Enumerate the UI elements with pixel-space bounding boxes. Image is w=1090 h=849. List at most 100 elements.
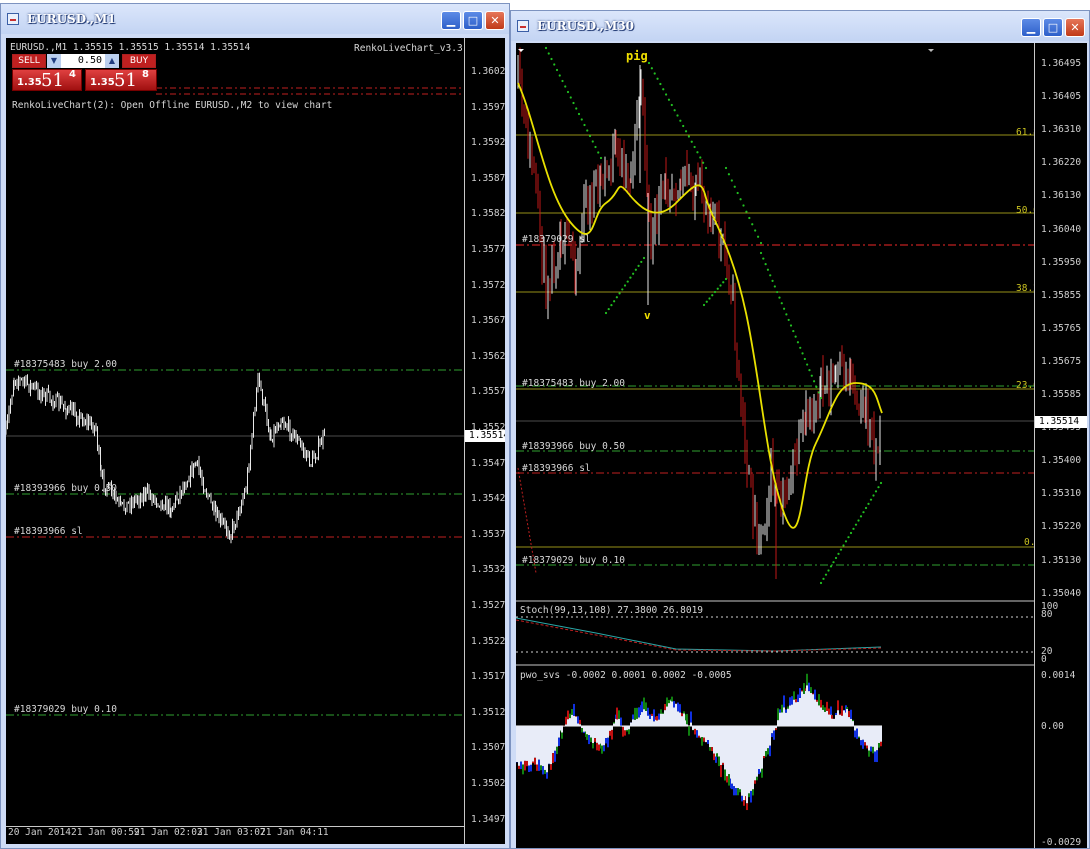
pwo-edge: [660, 709, 662, 714]
pwo-edge: [773, 730, 775, 740]
chart-window-icon: [7, 13, 19, 25]
pwo-edge: [754, 780, 756, 784]
psar-dot: [776, 290, 779, 294]
pwo-bar: [681, 716, 683, 726]
pwo-edge: [866, 745, 868, 749]
pwo-edge: [581, 728, 583, 733]
current-price-tag: 1.35514: [1035, 416, 1087, 428]
chart-area[interactable]: pig v 61.8 50.0 38.2 23.6 0.0 #18379029 …: [516, 43, 1087, 848]
pwo-edge: [711, 747, 713, 752]
psar-dot: [745, 210, 748, 213]
bid-big: 51: [41, 70, 64, 91]
chart-area[interactable]: EURUSD.,M1 1.35515 1.35515 1.35514 1.355…: [6, 38, 505, 844]
pwo-bar: [826, 710, 828, 726]
pwo-bar: [632, 719, 634, 726]
pwo-edge: [870, 746, 872, 752]
pwo-edge: [616, 707, 618, 720]
psar-dot: [810, 374, 813, 377]
price-chart: [6, 87, 464, 716]
psar-dot: [874, 490, 878, 493]
lot-dropdown-icon[interactable]: ▼: [47, 54, 61, 68]
price-axis[interactable]: 1.36495 1.36405 1.36310 1.36220 1.36130 1.360…: [1034, 43, 1087, 848]
pwo-edge: [532, 761, 534, 764]
pwo-bar: [692, 726, 694, 730]
pwo-bar: [791, 704, 793, 726]
minimize-button[interactable]: ▁: [1021, 18, 1041, 37]
price-label: 1.35325: [471, 564, 505, 576]
pwo-edge: [746, 803, 748, 811]
pwo-bar: [866, 726, 868, 746]
psar-dot: [640, 260, 643, 264]
pwo-edge: [880, 741, 882, 747]
price-axis[interactable]: 1.36025 1.35975 1.35925 1.35875 1.35825 1.357…: [464, 38, 505, 844]
lot-up-icon[interactable]: ▲: [105, 54, 119, 68]
title-bar[interactable]: EURUSD.,M30 ▁ □ ✕: [511, 11, 1089, 41]
price-label: 1.35025: [471, 778, 505, 789]
title-bar[interactable]: EURUSD.,M1 ▁ □ ✕: [1, 4, 509, 34]
pwo-edge: [573, 703, 575, 716]
psar-dot: [702, 161, 705, 164]
maximize-button[interactable]: □: [1043, 18, 1063, 37]
psar-dot: [854, 523, 858, 526]
buy-button[interactable]: BUY: [122, 54, 156, 68]
moving-average-line: [517, 82, 883, 529]
psar-dot: [696, 151, 699, 154]
lot-input[interactable]: 0.50: [61, 54, 105, 68]
pwo-bar: [793, 699, 795, 726]
pwo-bar: [690, 722, 692, 726]
price-label: 1.35875: [471, 172, 505, 184]
pwo-label: pwo_svs -0.0002 0.0001 0.0002 -0.0005: [520, 670, 732, 681]
psar-dot: [842, 544, 845, 547]
psar-dot: [859, 515, 863, 518]
pwo-edge: [862, 739, 864, 749]
pwo-bar: [876, 726, 878, 751]
bid-sup: 4: [69, 69, 76, 80]
pwo-bar: [641, 712, 643, 726]
pwo-edge: [814, 689, 816, 700]
minimize-button[interactable]: ▁: [441, 11, 461, 30]
pwo-edge: [628, 729, 630, 735]
pwo-edge: [590, 737, 592, 743]
ask-price-box[interactable]: 1.35 51 8: [85, 69, 157, 91]
pwo-edge: [656, 715, 658, 721]
pwo-bar: [696, 726, 698, 731]
psar-dot: [754, 229, 757, 232]
pwo-bar: [573, 715, 575, 726]
maximize-button[interactable]: □: [463, 11, 483, 30]
indicator-name: RenkoLiveChart_v3.3 ☺: [354, 43, 474, 54]
pwo-bar: [801, 691, 803, 726]
psar-dot: [599, 156, 603, 160]
pwo-bar: [554, 726, 556, 751]
close-button[interactable]: ✕: [1065, 18, 1085, 37]
pwo-bar: [624, 726, 626, 731]
pwo-bar: [862, 726, 864, 740]
pwo-edge: [756, 776, 758, 781]
psar-dot: [583, 123, 586, 127]
pwo-bar: [720, 726, 722, 766]
sell-button[interactable]: SELL: [12, 54, 46, 68]
pwo-edge: [636, 707, 638, 719]
psar-dot: [824, 573, 828, 576]
pwo-bar: [783, 707, 785, 726]
pwo-edge: [781, 704, 783, 713]
pwo-bar: [536, 726, 538, 765]
pwo-bar: [550, 726, 552, 765]
bid-price-box[interactable]: 1.35 51 4: [12, 69, 82, 91]
pwo-bar: [671, 701, 673, 726]
psar-dot: [711, 294, 714, 297]
time-label: 21 Jan 02:03: [134, 827, 203, 838]
pwo-edge: [750, 790, 752, 803]
psar-dot: [829, 565, 833, 568]
price-label: 1.36130: [1041, 190, 1082, 202]
pwo-bar: [733, 726, 735, 787]
price-label: 1.35310: [1041, 488, 1082, 500]
pwo-edge: [737, 788, 739, 796]
close-button[interactable]: ✕: [485, 11, 505, 30]
psar-dot: [665, 93, 668, 96]
pwo-edge: [598, 744, 600, 751]
pwo-edge: [671, 696, 673, 702]
pwo-edge: [583, 731, 585, 734]
psar-dot: [704, 166, 708, 170]
psar-dot: [782, 307, 786, 310]
psar-dot: [879, 481, 883, 485]
